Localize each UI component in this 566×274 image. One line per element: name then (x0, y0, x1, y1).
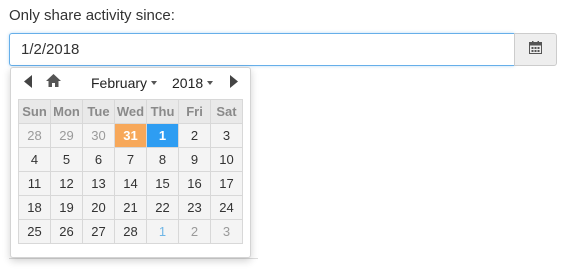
calendar-day[interactable]: 14 (114, 171, 147, 196)
calendar-day[interactable]: 19 (50, 195, 83, 220)
calendar-day[interactable]: 3 (210, 219, 243, 244)
caret-down-icon (151, 81, 158, 85)
weekday-header-row: Sun Mon Tue Wed Thu Fri Sat (18, 99, 243, 124)
calendar-day[interactable]: 28 (18, 123, 51, 148)
calendar-day[interactable]: 6 (82, 147, 115, 172)
caret-down-icon (207, 81, 214, 85)
calendar-day[interactable]: 3 (210, 123, 243, 148)
date-input[interactable] (9, 33, 514, 66)
calendar-day[interactable]: 12 (50, 171, 83, 196)
calendar-day[interactable]: 9 (178, 147, 211, 172)
datepicker-header: February 2018 (11, 68, 250, 99)
calendar-day[interactable]: 2 (178, 123, 211, 148)
calendar-day[interactable]: 17 (210, 171, 243, 196)
weekday-header: Wed (114, 99, 147, 124)
calendar-day[interactable]: 23 (178, 195, 211, 220)
calendar-day[interactable]: 29 (50, 123, 83, 148)
calendar-day[interactable]: 30 (82, 123, 115, 148)
triangle-left-icon (24, 75, 32, 93)
calendar-day[interactable]: 27 (82, 219, 115, 244)
calendar-day-today[interactable]: 31 (114, 123, 147, 148)
calendar-week-row: 18 19 20 21 22 23 24 (18, 195, 243, 220)
year-label: 2018 (172, 75, 204, 91)
calendar-grid: Sun Mon Tue Wed Thu Fri Sat 28 29 30 31 1 2 3 4… (18, 99, 243, 244)
weekday-header: Fri (178, 99, 211, 124)
calendar-day[interactable]: 10 (210, 147, 243, 172)
home-icon (45, 74, 61, 92)
calendar-day[interactable]: 13 (82, 171, 115, 196)
triangle-right-icon (230, 75, 238, 93)
next-month-button[interactable] (228, 75, 240, 93)
year-dropdown[interactable]: 2018 (172, 75, 214, 91)
calendar-week-row: 25 26 27 28 1 2 3 (18, 219, 243, 244)
calendar-day[interactable]: 7 (114, 147, 147, 172)
weekday-header: Sun (18, 99, 51, 124)
calendar-day-selected[interactable]: 1 (146, 123, 179, 148)
weekday-header: Tue (82, 99, 115, 124)
calendar-day[interactable]: 21 (114, 195, 147, 220)
calendar-day[interactable]: 1 (146, 219, 179, 244)
calendar-day[interactable]: 22 (146, 195, 179, 220)
datepicker-popup: February 2018 Sun Mon Tue Wed Thu Fri Sa… (10, 67, 251, 258)
calendar-week-row: 28 29 30 31 1 2 3 (18, 123, 243, 148)
calendar-day[interactable]: 11 (18, 171, 51, 196)
today-button[interactable] (45, 74, 61, 92)
weekday-header: Sat (210, 99, 243, 124)
calendar-icon (529, 40, 542, 59)
prev-month-button[interactable] (22, 75, 34, 93)
month-dropdown[interactable]: February (91, 75, 158, 91)
calendar-day[interactable]: 8 (146, 147, 179, 172)
calendar-week-row: 4 5 6 7 8 9 10 (18, 147, 243, 172)
month-label: February (91, 75, 148, 91)
field-label: Only share activity since: (9, 7, 175, 24)
calendar-day[interactable]: 28 (114, 219, 147, 244)
calendar-day[interactable]: 25 (18, 219, 51, 244)
calendar-day[interactable]: 5 (50, 147, 83, 172)
divider-line (9, 258, 258, 259)
weekday-header: Mon (50, 99, 83, 124)
calendar-day[interactable]: 26 (50, 219, 83, 244)
calendar-day[interactable]: 15 (146, 171, 179, 196)
calendar-day[interactable]: 16 (178, 171, 211, 196)
calendar-button[interactable] (514, 33, 557, 66)
calendar-day[interactable]: 24 (210, 195, 243, 220)
calendar-week-row: 11 12 13 14 15 16 17 (18, 171, 243, 196)
weekday-header: Thu (146, 99, 179, 124)
calendar-day[interactable]: 4 (18, 147, 51, 172)
calendar-day[interactable]: 18 (18, 195, 51, 220)
calendar-day[interactable]: 2 (178, 219, 211, 244)
calendar-day[interactable]: 20 (82, 195, 115, 220)
